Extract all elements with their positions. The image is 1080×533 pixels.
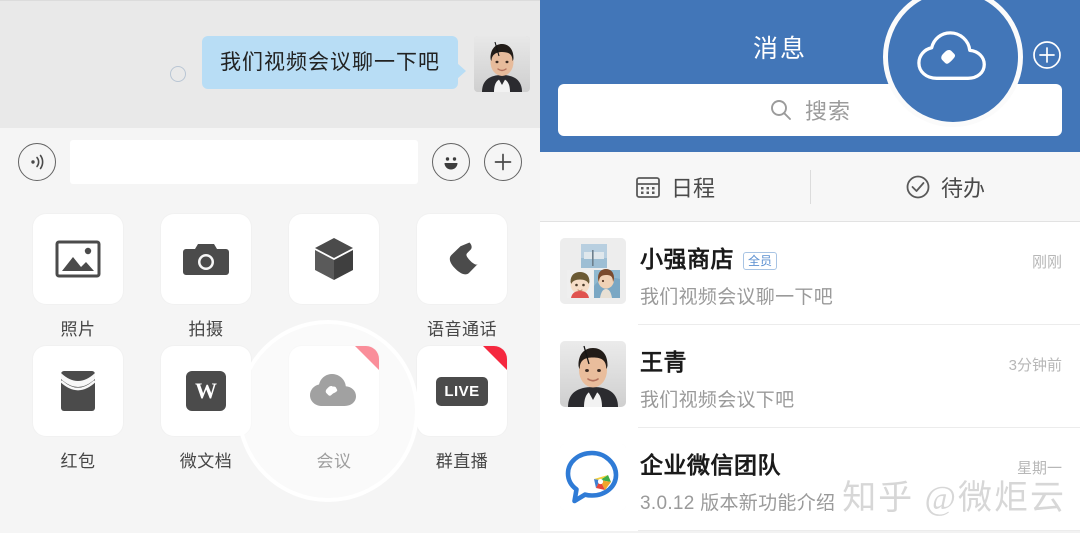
- list-item[interactable]: 王青 3分钟前 我们视频会议下吧: [540, 325, 1080, 428]
- woman-portrait-avatar: [560, 341, 626, 407]
- attachment-item-live[interactable]: LIVE 群直播: [412, 346, 512, 472]
- list-item-body: 王青 3分钟前 我们视频会议下吧: [640, 341, 1062, 412]
- quick-tabs: 日程 待办: [540, 152, 1080, 222]
- new-feature-corner-badge: [355, 346, 379, 370]
- message-bubble[interactable]: 我们视频会议聊一下吧: [202, 36, 458, 90]
- list-item-header: 小强商店 全员 刚刚: [640, 240, 1062, 274]
- message-bubble-wrap: 我们视频会议聊一下吧: [202, 36, 458, 90]
- avatar[interactable]: [560, 341, 626, 407]
- attachment-label: 拍摄: [188, 320, 224, 339]
- attachment-item-camera[interactable]: 拍摄: [156, 214, 256, 340]
- message-preview: 我们视频会议聊一下吧: [640, 287, 834, 308]
- attachment-tile[interactable]: [161, 214, 251, 304]
- attachment-grid: 照片 拍摄 语音通话 红包 W 微文档 会议 LIVE 群直播: [28, 214, 512, 472]
- message-input-bar: [0, 128, 540, 196]
- attachment-item-doc[interactable]: W 微文档: [156, 346, 256, 472]
- live-badge-icon: LIVE: [436, 376, 488, 406]
- attachment-label: 红包: [60, 452, 96, 471]
- attachment-item-cube[interactable]: [284, 214, 384, 340]
- attachment-label: 语音通话: [427, 320, 497, 339]
- word-document-icon: W: [186, 371, 226, 411]
- camera-icon: [183, 244, 229, 275]
- attachment-tile[interactable]: [33, 346, 123, 436]
- message-list-panel: 消息 搜索 日程 待办 小强商店 全员 刚刚 我们视频会议聊一下吧 王青 3分钟…: [540, 0, 1080, 533]
- conversation-name: 王青: [640, 349, 687, 375]
- calendar-icon: [636, 176, 660, 198]
- avatar[interactable]: [560, 444, 626, 510]
- attachment-label: 照片: [60, 320, 96, 339]
- conversation-list: 小强商店 全员 刚刚 我们视频会议聊一下吧 王青 3分钟前 我们视频会议下吧 企…: [540, 222, 1080, 531]
- app-screenshot: 我们视频会议聊一下吧 照片 拍摄 语音通话 红包 W 微文档 会议 LIVE 群…: [0, 0, 1080, 533]
- attachment-item-photo[interactable]: 照片: [28, 214, 128, 340]
- wecom-logo-avatar: [560, 444, 626, 510]
- attachment-tile[interactable]: [417, 214, 507, 304]
- list-item-body: 企业微信团队 星期一 3.0.12 版本新功能介绍: [640, 444, 1062, 515]
- attachment-label: 群直播: [435, 452, 489, 471]
- attachment-label: 微文档: [179, 452, 233, 471]
- attachment-tile[interactable]: LIVE: [417, 346, 507, 436]
- search-magnifier-icon: [771, 100, 791, 120]
- tab-todo[interactable]: 待办: [810, 152, 1080, 221]
- message-preview: 我们视频会议下吧: [640, 390, 795, 411]
- attachment-panel: 照片 拍摄 语音通话 红包 W 微文档 会议 LIVE 群直播: [0, 196, 540, 486]
- message-preview: 3.0.12 版本新功能介绍: [640, 493, 836, 514]
- tab-label: 日程: [670, 175, 715, 201]
- woman-portrait-avatar: [474, 36, 530, 92]
- tab-label: 待办: [940, 175, 985, 201]
- voice-waveform-icon[interactable]: [18, 143, 56, 181]
- cloud-meeting-icon: [310, 374, 356, 406]
- avatar[interactable]: [474, 36, 530, 92]
- timestamp: 3分钟前: [1008, 357, 1062, 374]
- red-packet-icon: [60, 371, 96, 411]
- group-photo-avatar: [560, 238, 626, 304]
- photo-image-icon: [55, 240, 101, 278]
- list-item[interactable]: 小强商店 全员 刚刚 我们视频会议聊一下吧: [540, 222, 1080, 325]
- message-input-field[interactable]: [70, 140, 418, 184]
- unselected-radio-icon[interactable]: [170, 66, 186, 82]
- chat-detail-panel: 我们视频会议聊一下吧 照片 拍摄 语音通话 红包 W 微文档 会议 LIVE 群…: [0, 0, 540, 533]
- list-item-body: 小强商店 全员 刚刚 我们视频会议聊一下吧: [640, 238, 1062, 309]
- plus-circle-icon[interactable]: [484, 143, 522, 181]
- list-item[interactable]: 企业微信团队 星期一 3.0.12 版本新功能介绍: [540, 428, 1080, 531]
- list-item-header: 企业微信团队 星期一: [640, 446, 1062, 480]
- plus-circle-icon: [1033, 41, 1061, 69]
- attachment-tile[interactable]: W: [161, 346, 251, 436]
- avatar[interactable]: [560, 238, 626, 304]
- cube-box-icon: [315, 238, 353, 280]
- attachment-item-voice-call[interactable]: 语音通话: [412, 214, 512, 340]
- new-feature-corner-badge: [483, 346, 507, 370]
- page-title: 消息: [752, 35, 807, 63]
- timestamp: 星期一: [1016, 460, 1062, 477]
- cloud-meeting-icon: [917, 31, 986, 80]
- attachment-label: 会议: [316, 452, 352, 471]
- add-button[interactable]: [1032, 40, 1062, 75]
- search-placeholder: 搜索: [804, 99, 851, 124]
- list-item-header: 王青 3分钟前: [640, 343, 1062, 377]
- check-circle-icon: [906, 175, 930, 198]
- attachment-item-meeting[interactable]: 会议: [284, 346, 384, 472]
- attachment-item-red-packet[interactable]: 红包: [28, 346, 128, 472]
- status-badge: 全员: [743, 252, 778, 271]
- timestamp: 刚刚: [1031, 254, 1062, 271]
- conversation-name: 小强商店: [640, 246, 734, 272]
- smiley-face-icon[interactable]: [432, 143, 470, 181]
- attachment-tile[interactable]: [289, 214, 379, 304]
- message-row: 我们视频会议聊一下吧: [170, 36, 530, 92]
- conversation-name: 企业微信团队: [640, 452, 781, 478]
- attachment-tile[interactable]: [289, 346, 379, 436]
- message-thread: 我们视频会议聊一下吧: [0, 0, 540, 128]
- tab-schedule[interactable]: 日程: [540, 152, 810, 221]
- phone-handset-icon: [449, 242, 478, 275]
- attachment-tile[interactable]: [33, 214, 123, 304]
